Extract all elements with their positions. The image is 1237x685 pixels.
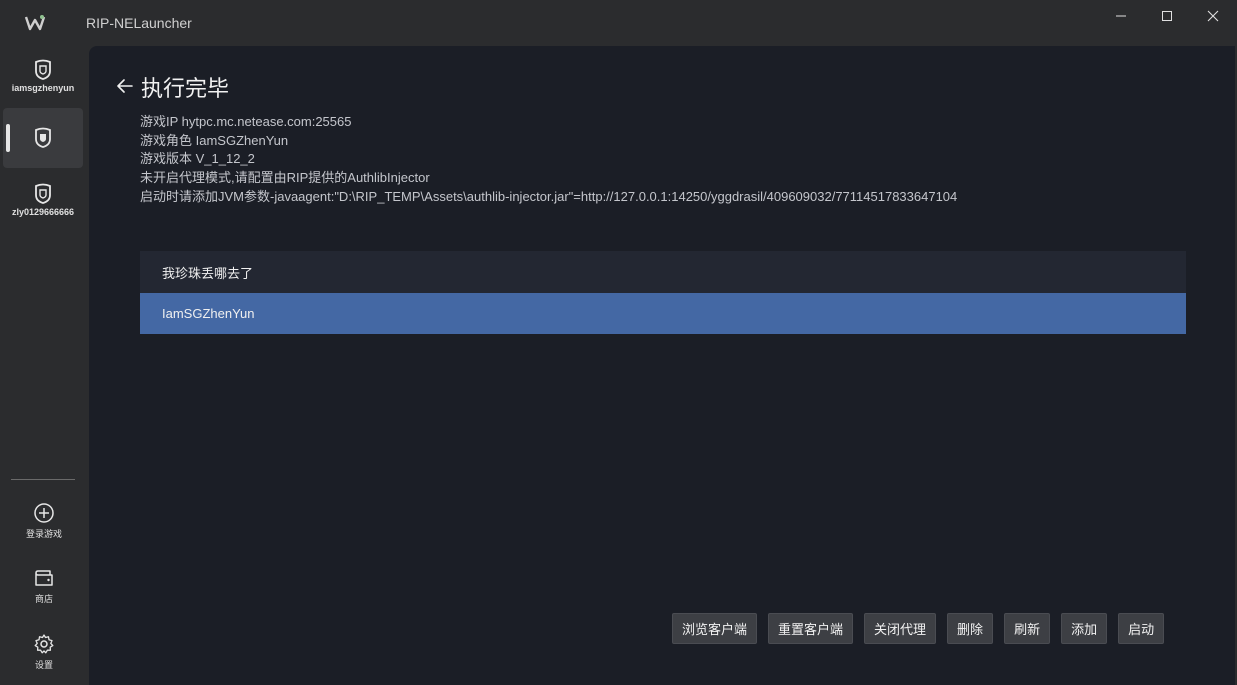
plus-circle-icon [33,502,55,524]
active-indicator [6,124,10,152]
refresh-button[interactable]: 刷新 [1004,613,1050,644]
launch-info: 游戏IP hytpc.mc.netease.com:25565 游戏角色 Iam… [140,113,957,207]
minimize-icon [1115,10,1127,22]
main-panel: 执行完毕 游戏IP hytpc.mc.netease.com:25565 游戏角… [89,46,1235,685]
shield-icon [33,59,53,81]
gear-icon [33,633,55,655]
sidebar-account-2[interactable] [3,108,83,168]
shop-button[interactable]: 商店 [8,561,80,611]
close-icon [1207,10,1219,22]
jvm-args-text: 启动时请添加JVM参数-javaagent:"D:\RIP_TEMP\Asset… [140,188,957,207]
window-title: RIP-NELauncher [86,15,192,31]
reset-client-button[interactable]: 重置客户端 [768,613,853,644]
maximize-button[interactable] [1150,5,1184,27]
launch-button[interactable]: 启动 [1118,613,1164,644]
proxy-note-text: 未开启代理模式,请配置由RIP提供的AuthlibInjector [140,169,957,188]
settings-label: 设置 [35,658,53,671]
app-logo-icon [24,12,46,34]
role-list: 我珍珠丢哪去了 IamSGZhenYun [140,251,1186,334]
title-bar: RIP-NELauncher [0,0,1237,46]
shop-label: 商店 [35,592,53,605]
game-role-text: 游戏角色 IamSGZhenYun [140,132,957,151]
settings-button[interactable]: 设置 [8,627,80,677]
maximize-icon [1161,10,1173,22]
close-button[interactable] [1196,5,1230,27]
login-game-button[interactable]: 登录游戏 [8,496,80,546]
sidebar-account-label: zly0129666666 [5,207,81,217]
sidebar-account-3[interactable]: zly0129666666 [3,170,83,230]
game-ip-text: 游戏IP hytpc.mc.netease.com:25565 [140,113,957,132]
sidebar-account-1[interactable]: iamsgzhenyun [3,46,83,106]
back-arrow-icon[interactable] [115,76,135,96]
sidebar-divider [11,479,75,480]
sidebar-account-label: iamsgzhenyun [5,83,81,93]
browse-client-button[interactable]: 浏览客户端 [672,613,757,644]
add-button[interactable]: 添加 [1061,613,1107,644]
action-bar: 浏览客户端 重置客户端 关闭代理 删除 刷新 添加 启动 [672,613,1164,644]
shield-icon [33,183,53,205]
sidebar: iamsgzhenyun zly0129666666 登录游戏 商店 [0,46,89,685]
delete-button[interactable]: 删除 [947,613,993,644]
login-game-label: 登录游戏 [26,527,62,540]
close-proxy-button[interactable]: 关闭代理 [864,613,936,644]
game-version-text: 游戏版本 V_1_12_2 [140,150,957,169]
role-list-item-selected[interactable]: IamSGZhenYun [140,293,1186,334]
role-list-item[interactable]: 我珍珠丢哪去了 [140,251,1186,293]
shield-icon [33,127,53,149]
wallet-icon [33,567,55,589]
minimize-button[interactable] [1104,5,1138,27]
page-title: 执行完毕 [141,71,229,103]
